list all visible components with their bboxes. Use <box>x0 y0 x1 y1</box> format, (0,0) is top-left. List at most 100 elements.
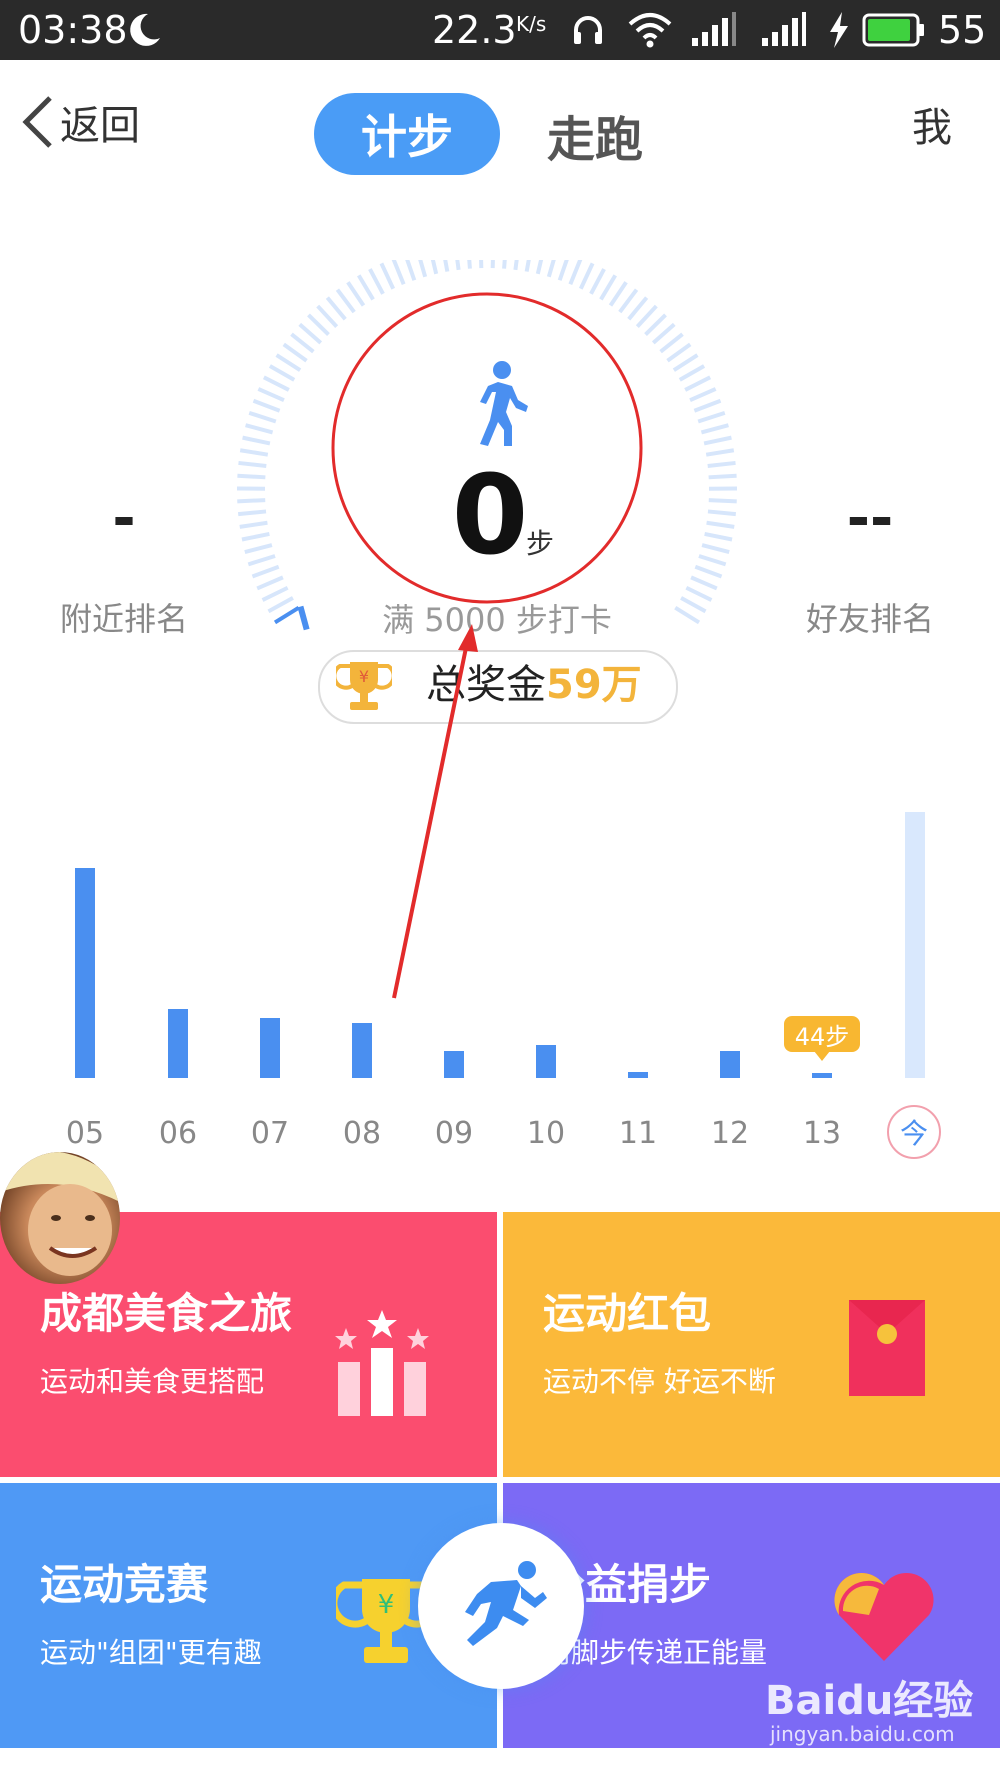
gauge-tick <box>262 375 290 392</box>
gauge-tick <box>237 509 267 517</box>
heart-icon <box>834 1572 934 1661</box>
gauge-tick <box>268 364 296 382</box>
back-button[interactable]: 返回 <box>20 92 140 152</box>
steps-tooltip: 44步 <box>784 1016 860 1052</box>
bar-13 <box>812 1073 832 1078</box>
nearby-rank-value: - <box>112 486 136 551</box>
gauge-tick <box>273 605 300 625</box>
walking-person-icon <box>480 361 528 446</box>
gauge-tick <box>589 268 606 295</box>
watermark-url: jingyan.baidu.com <box>770 1722 955 1746</box>
day-label-09[interactable]: 09 <box>424 1116 484 1151</box>
avatar[interactable] <box>0 1152 120 1284</box>
bar-12 <box>720 1051 740 1078</box>
nearby-rank-label[interactable]: 附近排名 <box>24 594 224 640</box>
gauge-tick <box>693 398 722 413</box>
gauge-tick <box>252 398 281 413</box>
moon-icon <box>130 13 160 46</box>
tab-walk-run[interactable]: 走跑 <box>540 100 650 170</box>
running-person-icon <box>465 1561 547 1646</box>
gauge-tick <box>237 473 266 480</box>
gauge-tick <box>379 262 396 290</box>
gauge-tick <box>325 296 347 321</box>
gauge-tick <box>578 262 595 290</box>
gauge-tick <box>261 585 289 602</box>
red-envelope-icon <box>849 1300 925 1396</box>
gauge-tick <box>251 564 280 579</box>
gauge-tick <box>248 410 277 424</box>
card-title: 运动竞赛 <box>40 1560 209 1609</box>
start-run-button[interactable] <box>418 1523 584 1689</box>
gauge-tick <box>703 435 732 446</box>
gauge-tick <box>298 322 323 345</box>
chevron-left-icon <box>22 96 52 148</box>
gauge-tick <box>335 288 356 314</box>
gauge-tick <box>275 353 302 372</box>
day-label-12[interactable]: 12 <box>700 1116 760 1151</box>
day-label-11[interactable]: 11 <box>608 1116 668 1151</box>
gauge-tick <box>535 260 544 275</box>
gauge-tick <box>698 554 727 567</box>
card-subtitle: 运动和美食更搭配 <box>40 1365 265 1398</box>
gauge-start-mark <box>297 605 310 631</box>
day-label-10[interactable]: 10 <box>516 1116 576 1151</box>
card-subtitle: 运动不停 好运不断 <box>543 1365 776 1398</box>
gauge-tick <box>546 260 556 278</box>
watermark-brand: Baidu经验 <box>765 1678 974 1724</box>
gauge-tick <box>689 387 717 403</box>
bar-11 <box>628 1072 648 1078</box>
gauge-tick <box>282 342 308 363</box>
status-bar: 03:38 22.3 K/s 55 <box>0 0 1000 60</box>
gauge-tick <box>659 332 684 354</box>
card-title: 运动红包 <box>543 1289 712 1338</box>
gauge-tick <box>672 353 699 372</box>
today-button[interactable]: 今 <box>887 1105 941 1159</box>
gauge-tick <box>651 322 676 345</box>
gauge-tick <box>241 532 270 542</box>
gauge-tick <box>599 274 617 301</box>
gauge-tick <box>666 342 692 363</box>
gauge-tick <box>680 596 707 614</box>
day-label-05[interactable]: 05 <box>55 1116 115 1151</box>
gauge-tick <box>524 260 531 272</box>
gauge-tick <box>267 596 294 614</box>
prize-amount: 59万 <box>546 662 642 708</box>
svg-text:¥: ¥ <box>359 667 369 686</box>
status-time: 03:38 <box>18 8 128 52</box>
gauge-tick <box>316 304 339 329</box>
signal-icon-2 <box>762 12 806 46</box>
gauge-tick <box>479 260 484 269</box>
gauge-tick <box>690 575 718 591</box>
friend-rank-label[interactable]: 好友排名 <box>770 594 970 640</box>
annotation-arrow <box>392 624 478 999</box>
gauge-tick <box>290 332 315 354</box>
tab-step-count[interactable]: 计步 <box>314 93 500 175</box>
gauge-tick <box>391 260 406 285</box>
gauge-tick <box>608 281 628 307</box>
bar-07 <box>260 1018 280 1078</box>
gauge-tick <box>684 375 712 392</box>
network-speed-unit: K/s <box>516 12 547 36</box>
network-speed: 22.3 <box>432 8 517 52</box>
day-label-07[interactable]: 07 <box>240 1116 300 1151</box>
gauge-tick <box>644 313 667 337</box>
gauge-tick <box>568 260 583 285</box>
gauge-tick <box>704 532 733 542</box>
headphones-icon <box>574 16 602 44</box>
gauge-tick <box>357 274 375 301</box>
card-subtitle: 运动"组团"更有趣 <box>40 1636 262 1669</box>
card-sports-red-envelope[interactable]: 运动红包 运动不停 好运不断 <box>503 1212 1000 1477</box>
gauge-tick <box>700 423 729 435</box>
gauge-tick <box>557 260 569 281</box>
day-label-06[interactable]: 06 <box>148 1116 208 1151</box>
gauge-tick <box>627 296 649 321</box>
gauge-tick <box>707 509 737 517</box>
svg-text:¥: ¥ <box>378 1590 395 1620</box>
back-label: 返回 <box>60 103 140 149</box>
day-label-08[interactable]: 08 <box>332 1116 392 1151</box>
gauge-tick <box>239 520 268 529</box>
bar-06 <box>168 1009 188 1078</box>
me-button[interactable]: 我 <box>912 95 952 153</box>
day-label-13[interactable]: 13 <box>792 1116 852 1151</box>
gauge-tick <box>674 605 701 625</box>
